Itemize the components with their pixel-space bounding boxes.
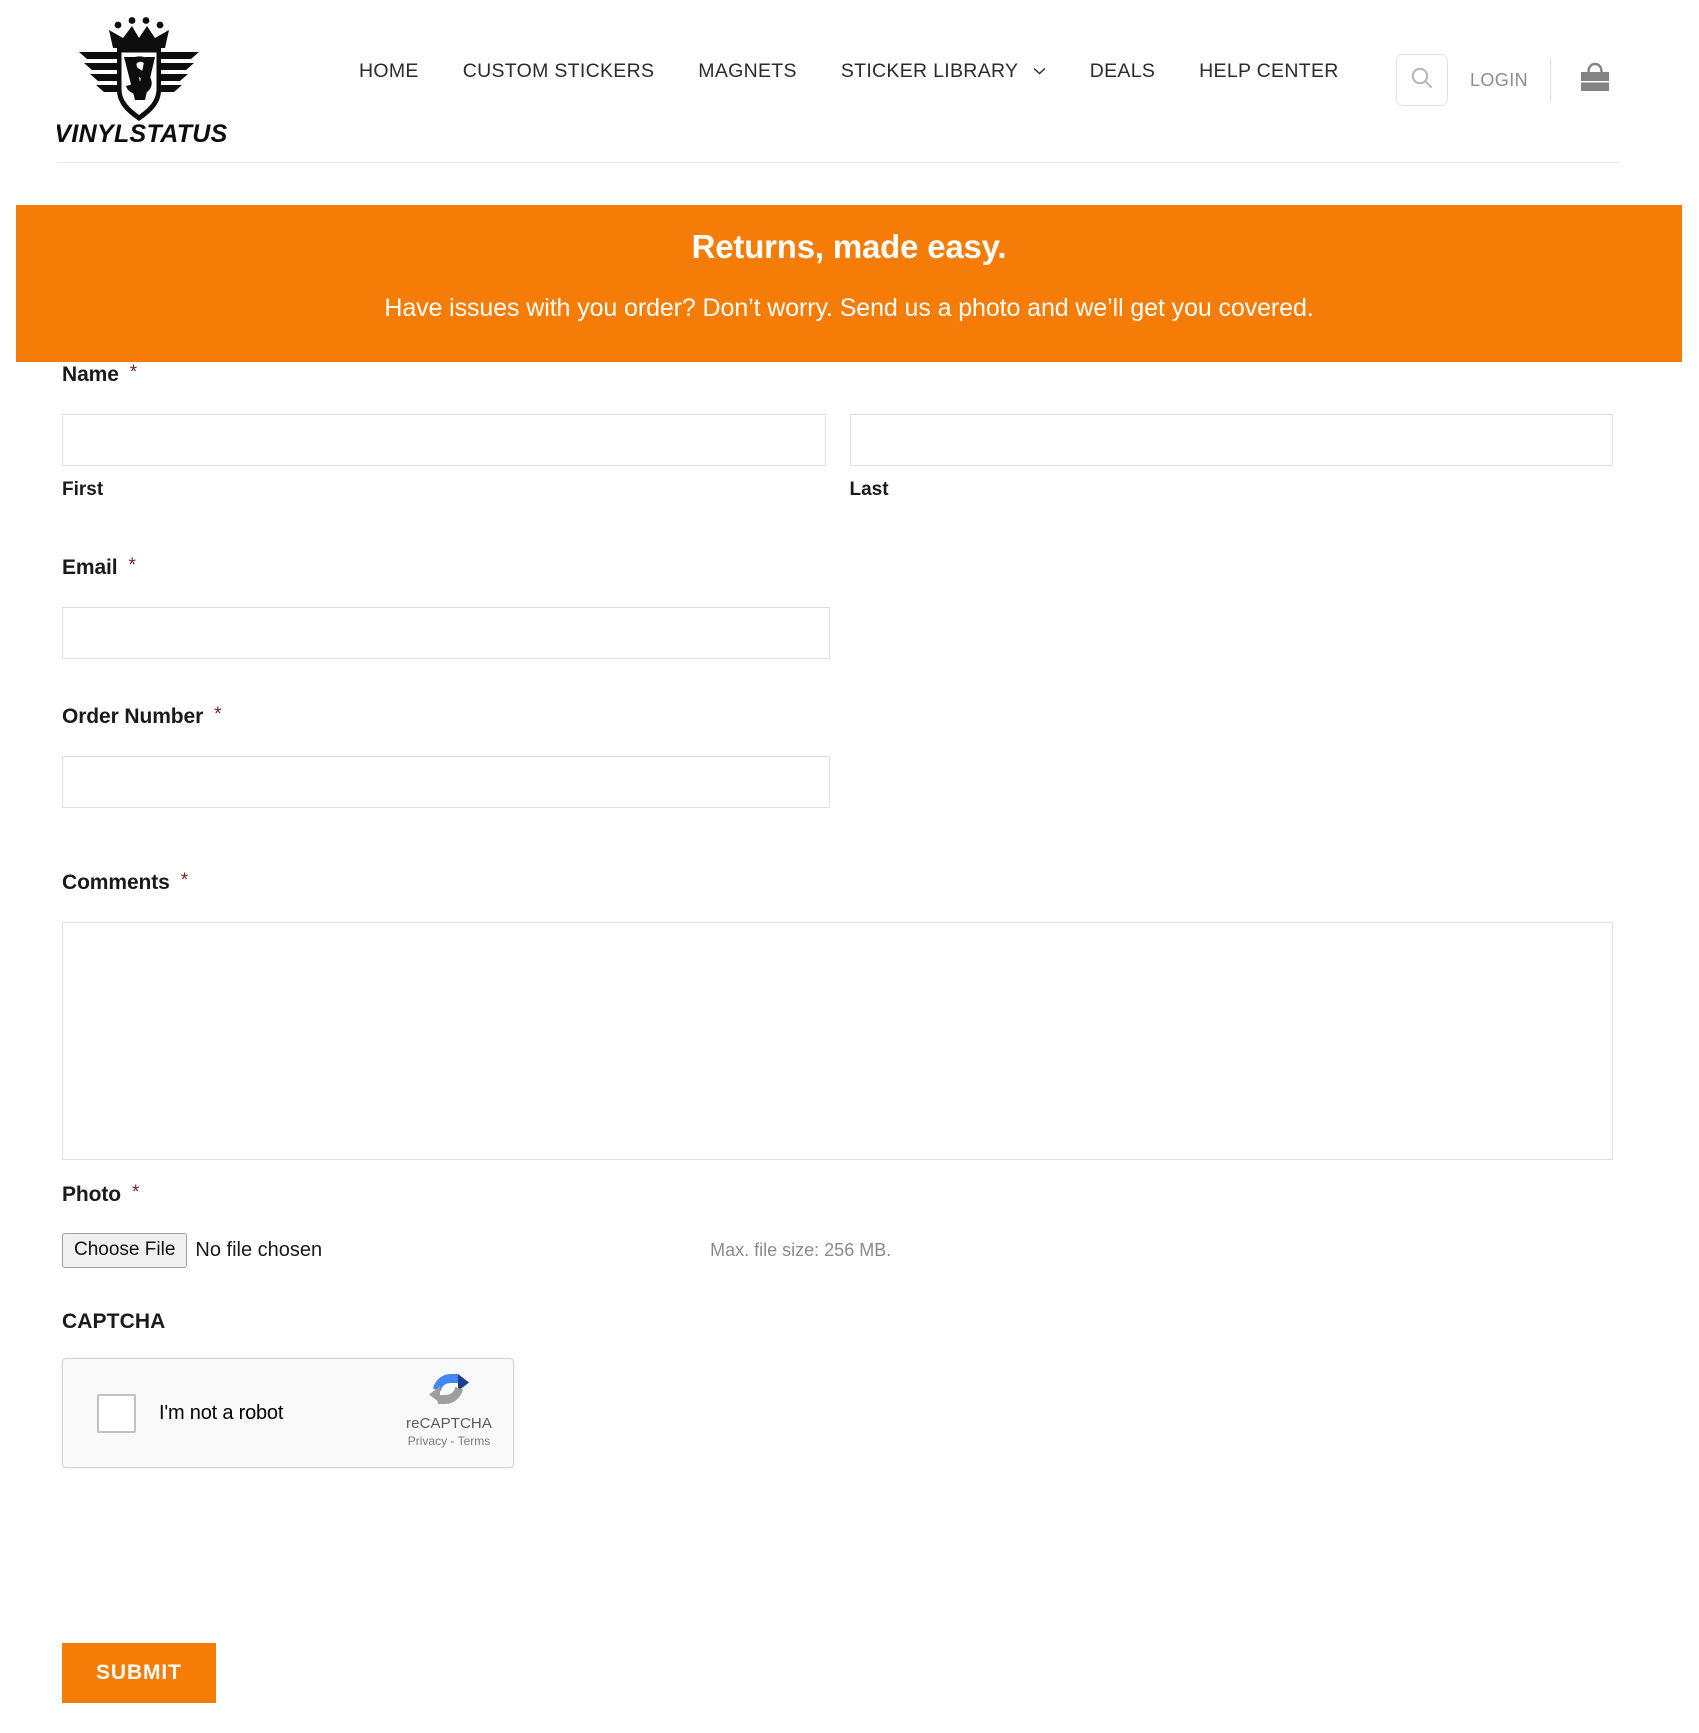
required-asterisk-order-number: * [214,704,222,725]
nav-label-magnets: MAGNETS [698,60,797,82]
submit-button[interactable]: SUBMIT [62,1643,216,1703]
nav-label-sticker-library: STICKER LIBRARY [840,60,1018,82]
recaptcha-logo-icon [401,1369,497,1411]
name-last-column: Last [849,414,1613,501]
cart-button[interactable] [1577,61,1613,99]
nav-label-deals: DEALS [1089,60,1156,82]
first-name-input[interactable] [62,414,826,466]
field-group-email: Email * [62,555,830,659]
nav-item-deals[interactable]: DEALS [1068,56,1177,86]
label-captcha: CAPTCHA [62,1310,166,1333]
logo-wordmark: VINYLSTATUS [57,120,227,148]
site-logo[interactable]: VINYLSTATUS [57,8,227,148]
page-root: VINYLSTATUS HOME CUSTOM STICKERS MAGNETS… [0,0,1699,1733]
comments-textarea[interactable] [62,922,1613,1160]
required-asterisk-comments: * [180,870,189,891]
field-group-captcha: CAPTCHA I'm not a robot reCAPTCHA Privac… [62,1310,514,1468]
chevron-down-icon [1033,67,1046,75]
recaptcha-brand-name: reCAPTCHA [406,1415,492,1432]
search-button[interactable] [1395,54,1448,106]
email-input[interactable] [62,607,830,659]
max-file-size-note: Max. file size: 256 MB. [710,1240,892,1260]
header-actions: LOGIN [1395,54,1613,106]
field-group-order-number: Order Number * [62,704,830,808]
file-status-text: No file chosen [195,1239,323,1261]
header-inner: VINYLSTATUS HOME CUSTOM STICKERS MAGNETS… [57,0,1639,167]
required-asterisk-photo: * [131,1182,140,1203]
recaptcha-label: I'm not a robot [159,1401,284,1424]
login-link[interactable]: LOGIN [1470,70,1528,91]
name-inputs-row: First Last [62,414,1613,501]
nav-item-sticker-library[interactable]: STICKER LIBRARY [819,56,1068,86]
search-icon [1409,65,1435,96]
nav-item-help-center[interactable]: HELP CENTER [1177,56,1360,86]
label-email: Email [62,556,118,579]
order-number-input[interactable] [62,756,830,808]
required-asterisk-email: * [128,555,136,576]
site-header: VINYLSTATUS HOME CUSTOM STICKERS MAGNETS… [0,0,1699,168]
nav-label-custom-stickers: CUSTOM STICKERS [462,60,655,82]
main-navigation: HOME CUSTOM STICKERS MAGNETS STICKER LIB… [337,56,1361,86]
nav-item-custom-stickers[interactable]: CUSTOM STICKERS [441,56,677,86]
returns-banner: Returns, made easy. Have issues with you… [16,205,1682,362]
nav-label-home: HOME [359,60,419,82]
shopping-bag-icon [1577,61,1613,99]
name-first-column: First [62,414,826,501]
recaptcha-checkbox[interactable] [97,1393,136,1433]
label-comments: Comments [62,871,170,894]
recaptcha-link-separator: - [450,1434,455,1448]
choose-file-button[interactable]: Choose File [62,1233,188,1268]
label-order-number: Order Number [62,705,204,728]
nav-label-help-center: HELP CENTER [1199,60,1339,82]
recaptcha-widget[interactable]: I'm not a robot reCAPTCHA Privacy - Term… [62,1358,514,1468]
field-group-comments: Comments * [62,870,1613,1160]
recaptcha-terms-link[interactable]: Terms [458,1434,491,1448]
header-bottom-border [57,162,1619,163]
nav-item-magnets[interactable]: MAGNETS [676,56,819,86]
submit-row: SUBMIT [62,1643,216,1703]
last-name-input[interactable] [849,414,1613,466]
photo-upload-row: Choose File No file chosen Max. file siz… [62,1233,1613,1268]
recaptcha-branding: reCAPTCHA Privacy - Terms [401,1369,497,1448]
banner-title: Returns, made easy. [691,228,1007,265]
required-asterisk-name: * [129,362,138,383]
sublabel-last: Last [849,479,889,500]
nav-item-home[interactable]: HOME [337,56,441,86]
label-photo: Photo [62,1183,121,1206]
recaptcha-privacy-link[interactable]: Privacy [408,1434,447,1448]
banner-subtitle: Have issues with you order? Don’t worry.… [384,294,1314,322]
recaptcha-legal-links: Privacy - Terms [401,1434,497,1448]
sublabel-first: First [62,479,104,500]
field-group-name: Name * First Last [62,362,1613,501]
label-name: Name [62,363,119,386]
field-group-photo: Photo * Choose File No file chosen Max. f… [62,1182,1613,1268]
header-divider [1550,58,1551,102]
